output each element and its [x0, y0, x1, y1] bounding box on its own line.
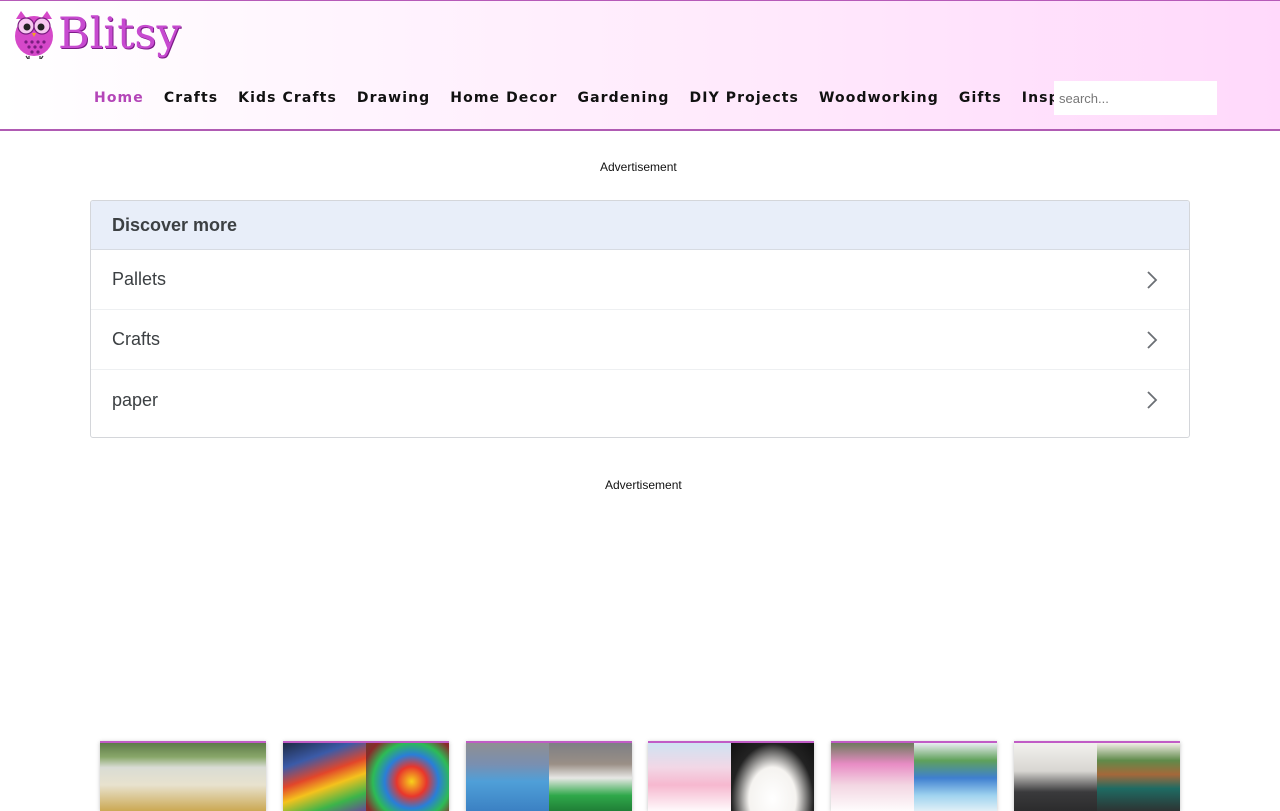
- advertisement-label-bottom: Advertisement: [605, 478, 682, 492]
- chevron-right-icon: [1147, 391, 1158, 409]
- thumb-birthday-cake-green[interactable]: [466, 741, 632, 811]
- nav-item-diy-projects[interactable]: DIY Projects: [680, 90, 809, 106]
- nav-item-kids-crafts[interactable]: Kids Crafts: [228, 90, 347, 106]
- thumbnail-image: [100, 743, 266, 811]
- nav-item-woodworking[interactable]: Woodworking: [809, 90, 949, 106]
- nav-item-gardening[interactable]: Gardening: [568, 90, 680, 106]
- nav-item-home-decor[interactable]: Home Decor: [440, 90, 567, 106]
- chevron-right-icon: [1147, 270, 1158, 289]
- advertisement-label-top: Advertisement: [600, 160, 677, 174]
- thumbnail-image: [648, 743, 731, 811]
- thumbnail-image: [831, 743, 914, 811]
- discover-more-title: Discover more: [91, 201, 1189, 250]
- owl-logo-icon: [15, 11, 53, 59]
- nav-item-crafts[interactable]: Crafts: [154, 90, 228, 106]
- thumbnail-image: [1014, 743, 1097, 811]
- discover-item-crafts[interactable]: Crafts: [91, 310, 1189, 370]
- thumbnail-image: [914, 743, 997, 811]
- thumbnail-image: [549, 743, 632, 811]
- discover-item-label: paper: [112, 389, 159, 410]
- search-input[interactable]: [1054, 81, 1217, 115]
- thumbnail-image: [731, 743, 814, 811]
- nav-item-gifts[interactable]: Gifts: [949, 90, 1012, 106]
- chevron-right-icon: [1147, 330, 1158, 349]
- thumb-craft-container[interactable]: [100, 741, 266, 811]
- nav-item-drawing[interactable]: Drawing: [347, 90, 440, 106]
- thumb-unicorn-cake[interactable]: [648, 741, 814, 811]
- thumb-tie-dye-shoes[interactable]: [283, 741, 449, 811]
- site-logo[interactable]: Blitsy: [12, 9, 181, 59]
- thumbnail-image: [283, 743, 366, 811]
- nav-item-home[interactable]: Home: [84, 90, 154, 106]
- thumbnail-image: [466, 743, 549, 811]
- thumbnail-image: [366, 743, 449, 811]
- discover-item-label: Pallets: [112, 269, 167, 289]
- discover-item-pallets[interactable]: Pallets: [91, 250, 1189, 310]
- thumb-pink-blue-cake[interactable]: [831, 741, 997, 811]
- discover-item-label: Crafts: [112, 329, 161, 349]
- site-header: Blitsy Home Crafts Kids Crafts Drawing H…: [0, 0, 1280, 131]
- discover-more-panel: Discover more Pallets Crafts paper: [90, 200, 1190, 438]
- brand-name: Blitsy: [58, 9, 181, 59]
- discover-item-paper[interactable]: paper: [91, 370, 1189, 430]
- thumbnail-image: [1097, 743, 1180, 811]
- thumb-fireplace-decor[interactable]: [1014, 741, 1180, 811]
- main-nav: Home Crafts Kids Crafts Drawing Home Dec…: [84, 85, 1139, 111]
